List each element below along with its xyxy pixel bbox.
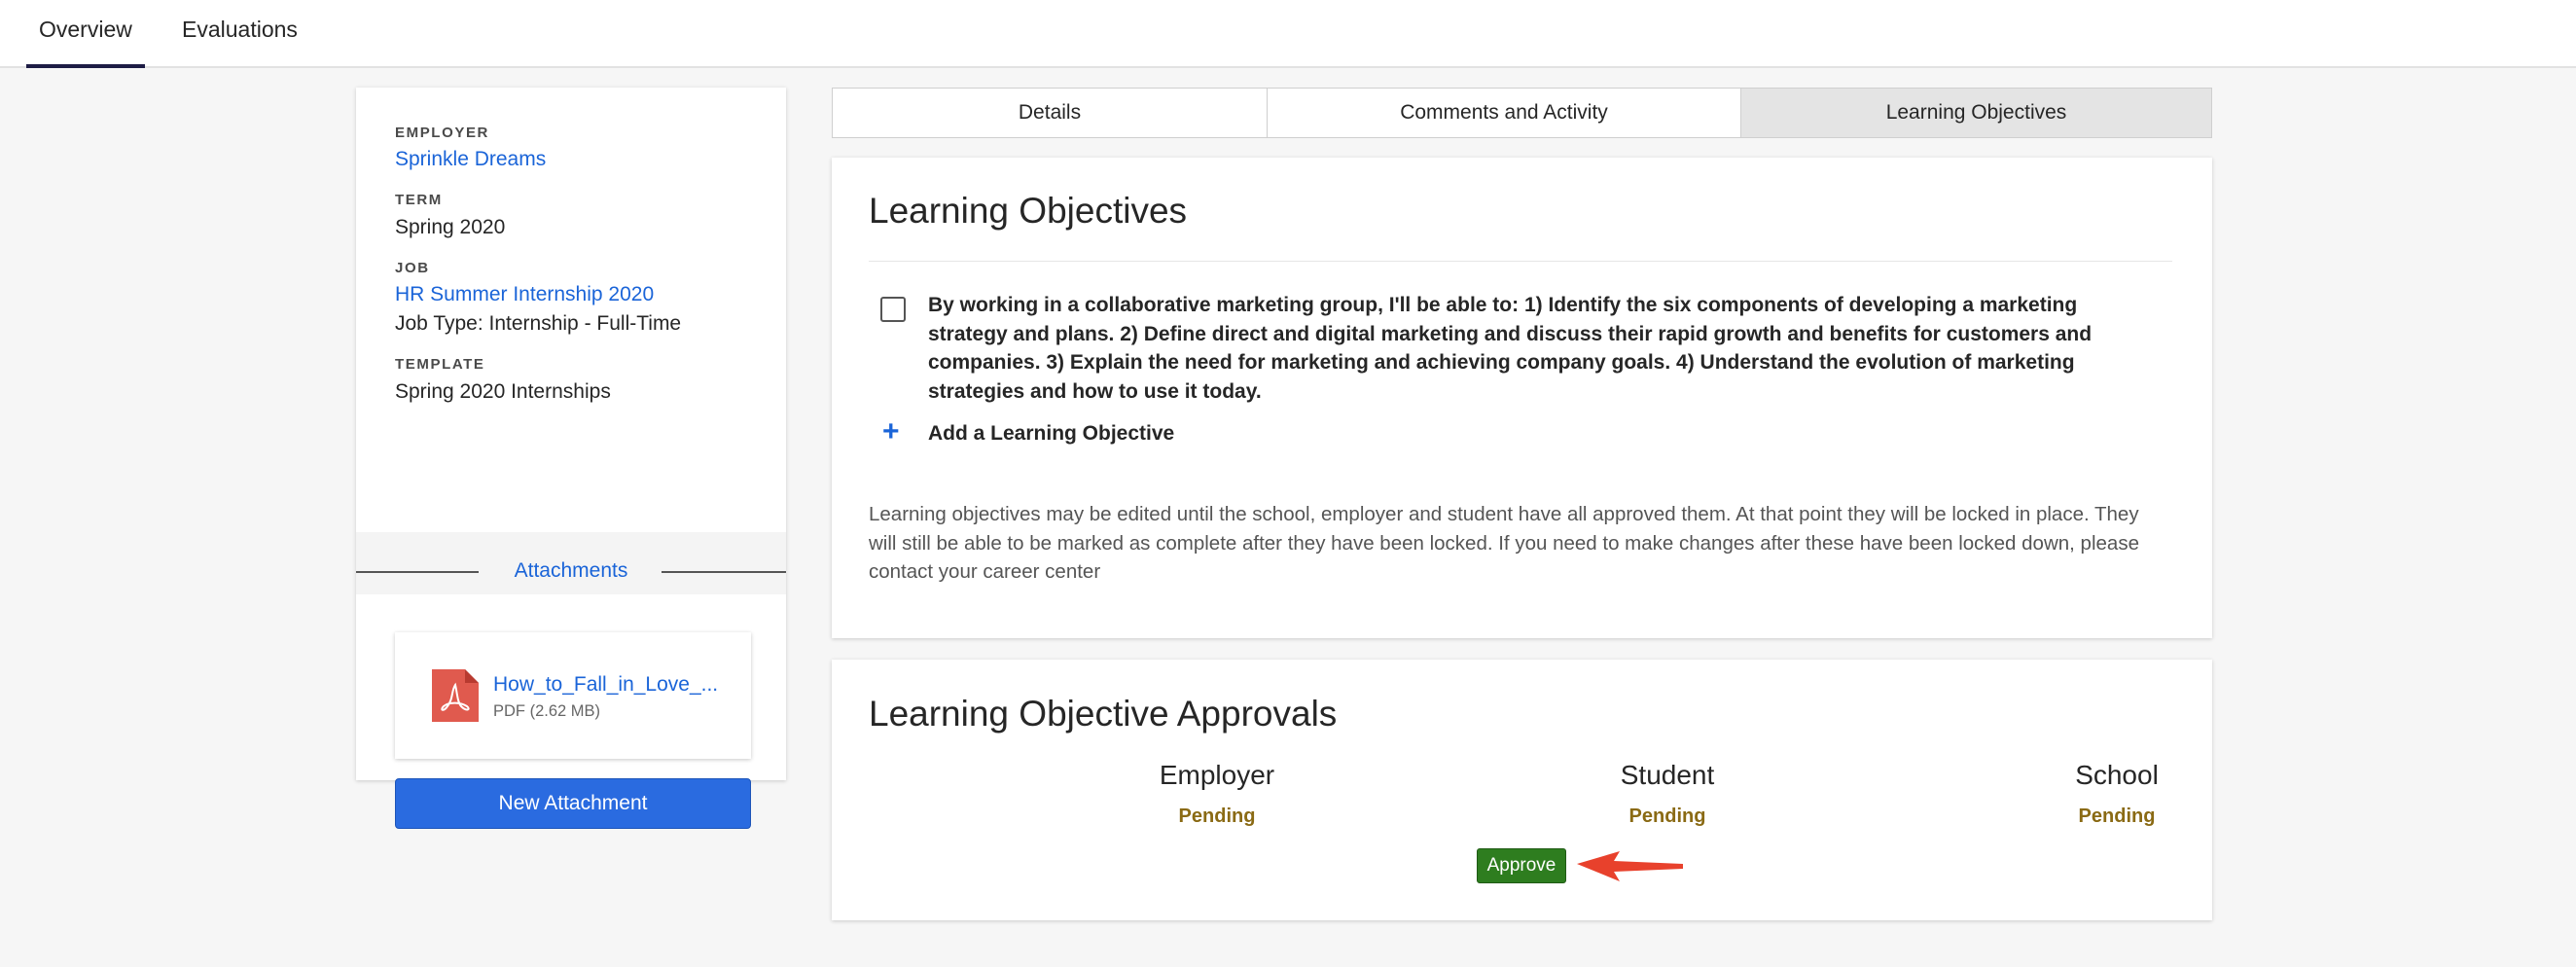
objectives-note: Learning objectives may be edited until …: [869, 503, 2139, 583]
employer-label: EMPLOYER: [395, 125, 489, 141]
term-value: Spring 2020: [395, 216, 506, 238]
approval-school-heading: School: [2075, 760, 2159, 790]
pdf-file-icon: [432, 669, 479, 722]
job-type: Job Type: Internship - Full-Time: [395, 312, 682, 335]
term-label: TERM: [395, 192, 443, 208]
attachments-header: Attachments: [356, 532, 786, 594]
approval-employer-heading: Employer: [1159, 760, 1275, 790]
approval-employer-status: Pending: [1178, 806, 1256, 827]
placement-summary-card: EMPLOYER Sprinkle Dreams TERM Spring 202…: [356, 88, 786, 829]
objective-text: By working in a collaborative marketing …: [928, 294, 2093, 403]
employer-link[interactable]: Sprinkle Dreams: [395, 148, 546, 171]
learning-objectives-card: Learning Objectives By working in a coll…: [832, 158, 2212, 638]
template-label: TEMPLATE: [395, 356, 485, 373]
template-value: Spring 2020 Internships: [395, 380, 611, 403]
tab-evaluations[interactable]: Evaluations: [182, 0, 298, 68]
job-link[interactable]: HR Summer Internship 2020: [395, 283, 654, 306]
plus-icon[interactable]: +: [882, 417, 900, 447]
add-learning-objective-link[interactable]: Add a Learning Objective: [928, 422, 1174, 446]
title-divider: [869, 261, 2172, 262]
red-arrow-annotation: [1577, 851, 1683, 881]
attachments-title: Attachments: [514, 559, 628, 582]
approval-school-status: Pending: [2078, 806, 2156, 827]
attachment-item[interactable]: How_to_Fall_in_Love_... PDF (2.62 MB): [395, 632, 751, 759]
approvals-title: Learning Objective Approvals: [869, 694, 1338, 734]
approval-student-heading: Student: [1620, 760, 1715, 790]
objective-checkbox[interactable]: [880, 297, 906, 322]
subtab-details[interactable]: Details: [832, 88, 1268, 138]
job-label: JOB: [395, 260, 430, 276]
attachment-name-link[interactable]: How_to_Fall_in_Love_...: [493, 673, 718, 697]
approve-button[interactable]: Approve: [1477, 848, 1566, 883]
attachment-meta: PDF (2.62 MB): [493, 702, 601, 720]
learning-objectives-title: Learning Objectives: [869, 191, 1188, 231]
tab-overview[interactable]: Overview: [26, 0, 145, 68]
subtab-learning-objectives[interactable]: Learning Objectives: [1740, 88, 2212, 138]
subtab-comments-activity[interactable]: Comments and Activity: [1267, 88, 1741, 138]
approval-student-status: Pending: [1628, 806, 1706, 827]
new-attachment-button[interactable]: New Attachment: [395, 778, 751, 829]
top-navigation: Overview Evaluations: [0, 0, 2576, 68]
